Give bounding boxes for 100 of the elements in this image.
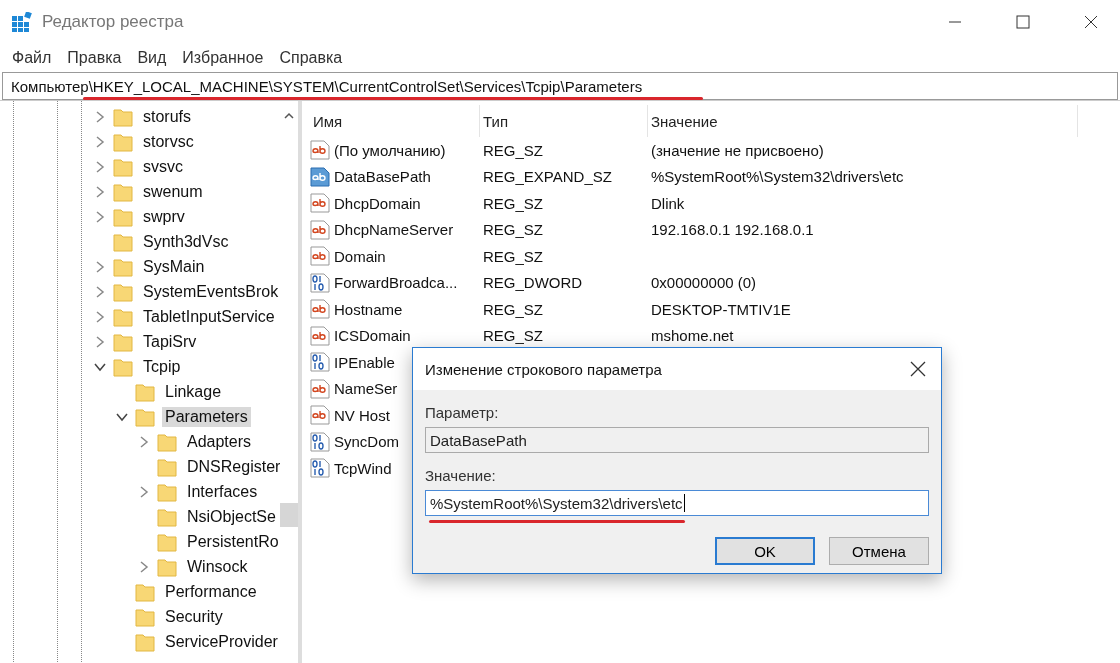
folder-icon [135, 581, 155, 602]
value-name[interactable]: (По умолчанию) [334, 141, 446, 159]
folder-icon [113, 106, 133, 127]
tree-item[interactable]: storufs [140, 106, 194, 127]
name-field[interactable]: DataBasePath [425, 427, 929, 453]
string-value-icon [310, 140, 330, 161]
value-data: DESKTOP-TMTIV1E [650, 300, 792, 318]
folder-icon [113, 231, 133, 252]
folder-icon [157, 531, 177, 552]
folder-icon [113, 306, 133, 327]
field-label: Значение: [425, 467, 497, 484]
tree-item[interactable]: TabletInputService [140, 306, 278, 327]
value-name[interactable]: NV Host [334, 406, 390, 424]
tree-item[interactable]: Adapters [184, 431, 255, 452]
address-path: Компьютер\HKEY_LOCAL_MACHINE\SYSTEM\CurrentControlSet\Services\Tcpip\Parameters [11, 77, 643, 95]
folder-icon [157, 431, 177, 452]
folder-icon [135, 631, 155, 652]
value-name[interactable]: ForwardBroadca... [334, 274, 458, 292]
value-name[interactable]: DhcpNameServer [334, 221, 454, 239]
scroll-thumb[interactable] [280, 503, 298, 527]
column-header[interactable]: Имя [310, 105, 480, 137]
value-type: REG_SZ [482, 247, 544, 265]
string-value-icon [310, 246, 330, 267]
value-type: REG_SZ [482, 194, 544, 212]
address-bar[interactable]: Компьютер\HKEY_LOCAL_MACHINE\SYSTEM\CurrentControlSet\Services\Tcpip\Parameters [2, 72, 1118, 100]
value-field[interactable]: %SystemRoot%\System32\drivers\etc [425, 490, 929, 516]
value-data: Dlink [650, 194, 686, 212]
folder-icon [157, 481, 177, 502]
close-icon [910, 361, 926, 377]
binary-value-icon [310, 272, 330, 293]
column-header[interactable]: Значение [648, 105, 1078, 137]
column-header[interactable]: Тип [480, 105, 648, 137]
binary-value-icon [310, 431, 330, 452]
tree-item[interactable]: SysMain [140, 256, 208, 277]
tree-item[interactable]: Interfaces [184, 481, 261, 502]
folder-icon [113, 331, 133, 352]
tree-item[interactable]: storvsc [140, 131, 197, 152]
value-type: REG_EXPAND_SZ [482, 168, 613, 186]
folder-icon [135, 606, 155, 627]
value-data: (значение не присвоено) [650, 141, 825, 159]
maximize-icon [1016, 15, 1030, 29]
tree-item[interactable]: swprv [140, 206, 188, 227]
folder-icon [157, 456, 177, 477]
string-value-icon [310, 219, 330, 240]
binary-value-icon [310, 458, 330, 479]
value-type: REG_SZ [482, 221, 544, 239]
tree-item[interactable]: TapiSrv [140, 331, 200, 352]
folder-icon [113, 181, 133, 202]
tree-item[interactable]: Security [162, 606, 226, 627]
tree-item[interactable]: Linkage [162, 381, 225, 402]
value-name[interactable]: ICSDomain [334, 327, 411, 345]
close-icon [1084, 15, 1098, 29]
value-name[interactable]: DataBasePath [334, 168, 431, 186]
value-data: %SystemRoot%\System32\drivers\etc [650, 168, 905, 186]
tree-item[interactable]: swenum [140, 181, 206, 202]
dialog-button[interactable]: Отмена [829, 537, 929, 565]
tree-item[interactable]: svsvc [140, 156, 186, 177]
string-value-icon [310, 378, 330, 399]
string-value-icon [310, 166, 330, 187]
folder-icon [135, 381, 155, 402]
menu-item[interactable]: Вид [129, 49, 175, 67]
menu-item[interactable]: Справка [271, 49, 351, 67]
value-type: REG_SZ [482, 141, 544, 159]
dialog-title: Изменение строкового параметра [425, 360, 662, 378]
string-value-icon [310, 325, 330, 346]
value-type: REG_SZ [482, 327, 544, 345]
value-data: 192.168.0.1 192.168.0.1 [650, 221, 815, 239]
binary-value-icon [310, 352, 330, 373]
tree-item[interactable]: Winsock [184, 556, 251, 577]
tree-item[interactable]: ServiceProvider [162, 631, 281, 652]
tree-item[interactable]: PersistentRo [184, 531, 282, 552]
value-name[interactable]: IPEnable [334, 353, 395, 371]
window-title: Редактор реестра [42, 12, 184, 32]
folder-icon [113, 256, 133, 277]
menu-item[interactable]: Файл [4, 49, 60, 67]
field-label: Параметр: [425, 404, 500, 421]
menu-item[interactable]: Правка [59, 49, 130, 67]
menu-item[interactable]: Избранное [174, 49, 272, 67]
string-value-icon [310, 405, 330, 426]
folder-icon [135, 406, 155, 427]
registry-editor-icon [12, 12, 32, 32]
tree-item[interactable]: SystemEventsBrok [140, 281, 282, 302]
value-name[interactable]: SyncDom [334, 433, 400, 451]
value-type: REG_SZ [482, 300, 544, 318]
value-name[interactable]: Domain [334, 247, 386, 265]
dialog-button[interactable]: OK [715, 537, 815, 565]
tree-item[interactable]: Synth3dVsc [140, 231, 232, 252]
tree-item[interactable]: Parameters [162, 406, 251, 427]
value-name[interactable]: NameSer [334, 380, 398, 398]
value-data: 0x00000000 (0) [650, 274, 758, 292]
value-name[interactable]: TcpWind [334, 459, 392, 477]
value-type: REG_DWORD [482, 274, 584, 292]
value-name[interactable]: Hostname [334, 300, 403, 318]
value-name[interactable]: DhcpDomain [334, 194, 421, 212]
tree-item[interactable]: Performance [162, 581, 260, 602]
folder-icon [113, 131, 133, 152]
tree-item[interactable]: DNSRegister [184, 456, 284, 477]
folder-icon [113, 156, 133, 177]
tree-item[interactable]: Tcpip [140, 356, 184, 377]
tree-item[interactable]: NsiObjectSe [184, 506, 279, 527]
